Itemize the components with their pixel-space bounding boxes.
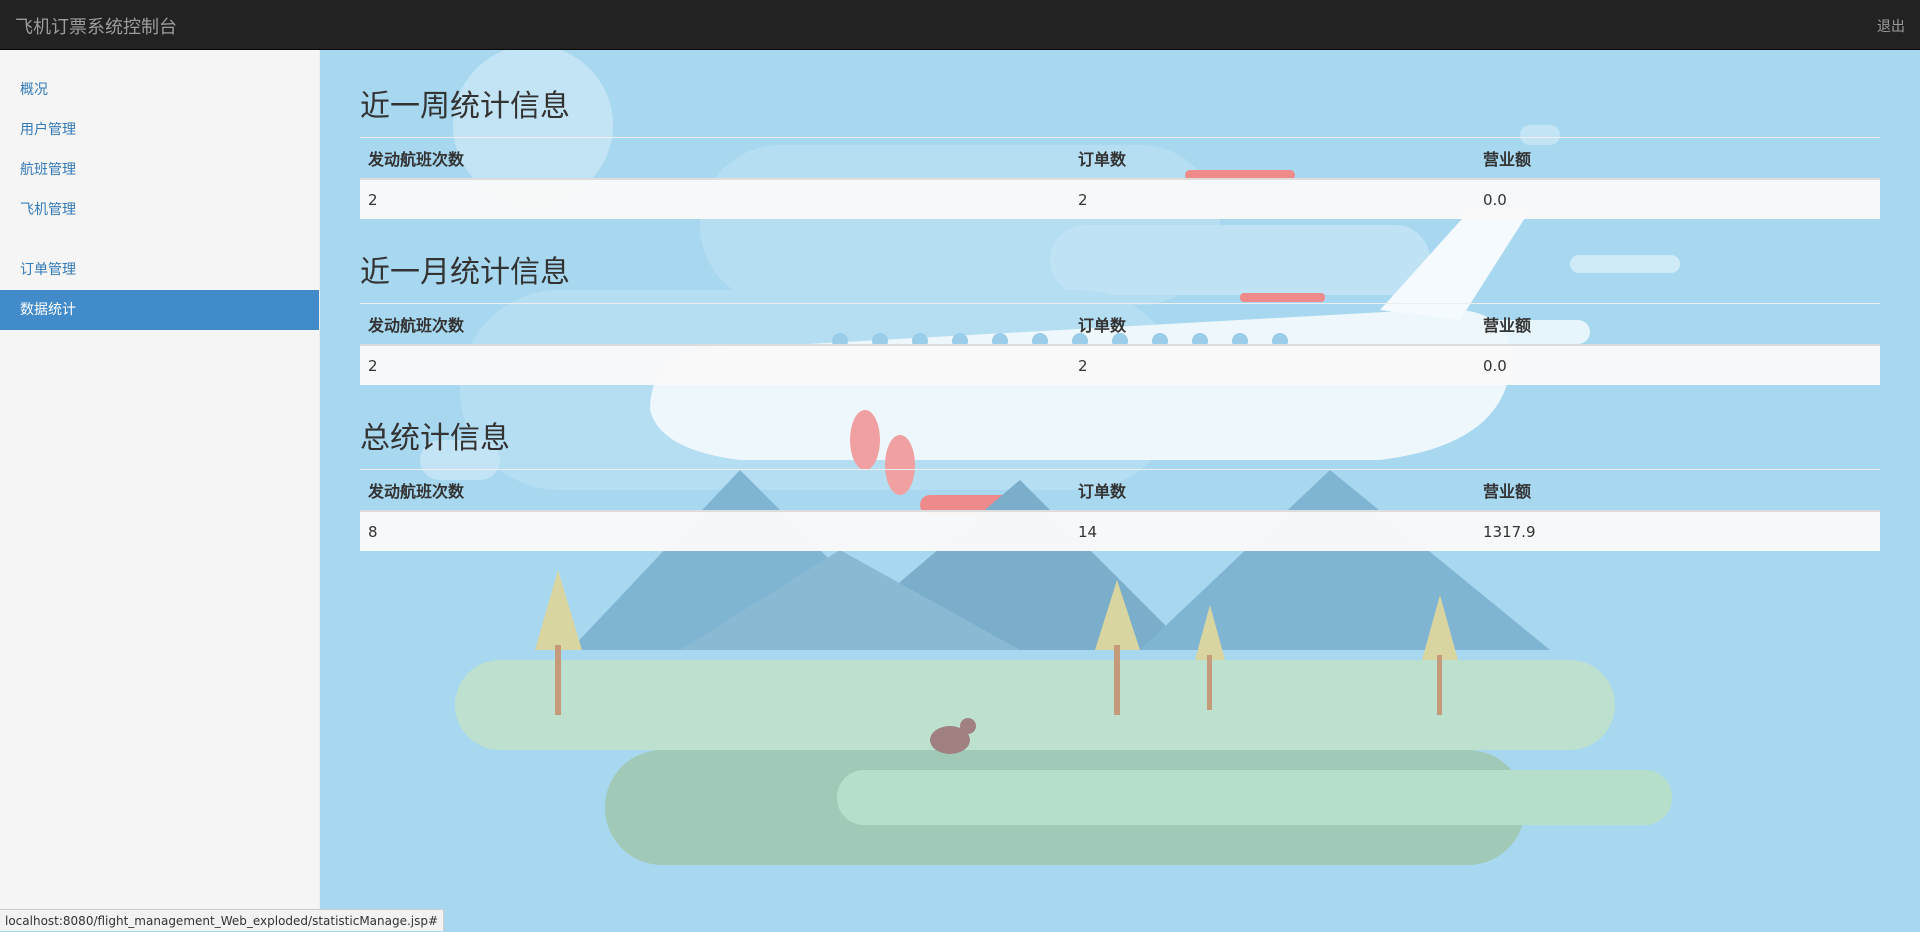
app-brand[interactable]: 飞机订票系统控制台 [15, 13, 177, 39]
cell-revenue: 0.0 [1475, 178, 1880, 219]
sidebar-group-main: 概况 用户管理 航班管理 飞机管理 [0, 70, 319, 230]
header-revenue: 营业额 [1475, 304, 1880, 346]
header-revenue: 营业额 [1475, 138, 1880, 180]
header-flights-departed: 发动航班次数 [360, 138, 1070, 180]
cell-revenue: 0.0 [1475, 344, 1880, 385]
sidebar-item-planes[interactable]: 飞机管理 [0, 190, 319, 230]
top-navbar: 飞机订票系统控制台 退出 [0, 0, 1920, 50]
sidebar-item-statistics[interactable]: 数据统计 [0, 290, 319, 330]
header-flights-departed: 发动航班次数 [360, 470, 1070, 512]
main-content: 近一周统计信息 发动航班次数 订单数 营业额 2 2 0.0 近一月统计信息 发… [320, 50, 1920, 931]
logout-link[interactable]: 退出 [1877, 16, 1905, 36]
cell-flights-departed: 2 [360, 178, 1070, 219]
sidebar: 概况 用户管理 航班管理 飞机管理 订单管理 数据统计 [0, 50, 320, 931]
cell-revenue: 1317.9 [1475, 510, 1880, 551]
table-row: 2 2 0.0 [360, 178, 1880, 219]
cell-flights-departed: 8 [360, 510, 1070, 551]
table-row: 8 14 1317.9 [360, 510, 1880, 551]
total-stats-table: 发动航班次数 订单数 营业额 8 14 1317.9 [360, 470, 1880, 551]
sidebar-item-overview[interactable]: 概况 [0, 70, 319, 110]
header-orders: 订单数 [1070, 138, 1475, 180]
cell-orders: 2 [1070, 344, 1475, 385]
sidebar-item-orders[interactable]: 订单管理 [0, 250, 319, 290]
sidebar-group-secondary: 订单管理 数据统计 [0, 250, 319, 330]
table-row: 2 2 0.0 [360, 344, 1880, 385]
header-revenue: 营业额 [1475, 470, 1880, 512]
monthly-stats-title: 近一月统计信息 [360, 251, 1880, 304]
cell-orders: 14 [1070, 510, 1475, 551]
statistics-content: 近一周统计信息 发动航班次数 订单数 营业额 2 2 0.0 近一月统计信息 发… [360, 85, 1880, 583]
cell-orders: 2 [1070, 178, 1475, 219]
table-header-row: 发动航班次数 订单数 营业额 [360, 138, 1880, 180]
browser-status-url: localhost:8080/flight_management_Web_exp… [0, 909, 445, 931]
monthly-stats-table: 发动航班次数 订单数 营业额 2 2 0.0 [360, 304, 1880, 385]
cell-flights-departed: 2 [360, 344, 1070, 385]
sidebar-item-users[interactable]: 用户管理 [0, 110, 319, 150]
sidebar-item-flights[interactable]: 航班管理 [0, 150, 319, 190]
header-orders: 订单数 [1070, 470, 1475, 512]
header-flights-departed: 发动航班次数 [360, 304, 1070, 346]
header-orders: 订单数 [1070, 304, 1475, 346]
weekly-stats-title: 近一周统计信息 [360, 85, 1880, 138]
table-header-row: 发动航班次数 订单数 营业额 [360, 470, 1880, 512]
weekly-stats-table: 发动航班次数 订单数 营业额 2 2 0.0 [360, 138, 1880, 219]
total-stats-title: 总统计信息 [360, 417, 1880, 470]
table-header-row: 发动航班次数 订单数 营业额 [360, 304, 1880, 346]
